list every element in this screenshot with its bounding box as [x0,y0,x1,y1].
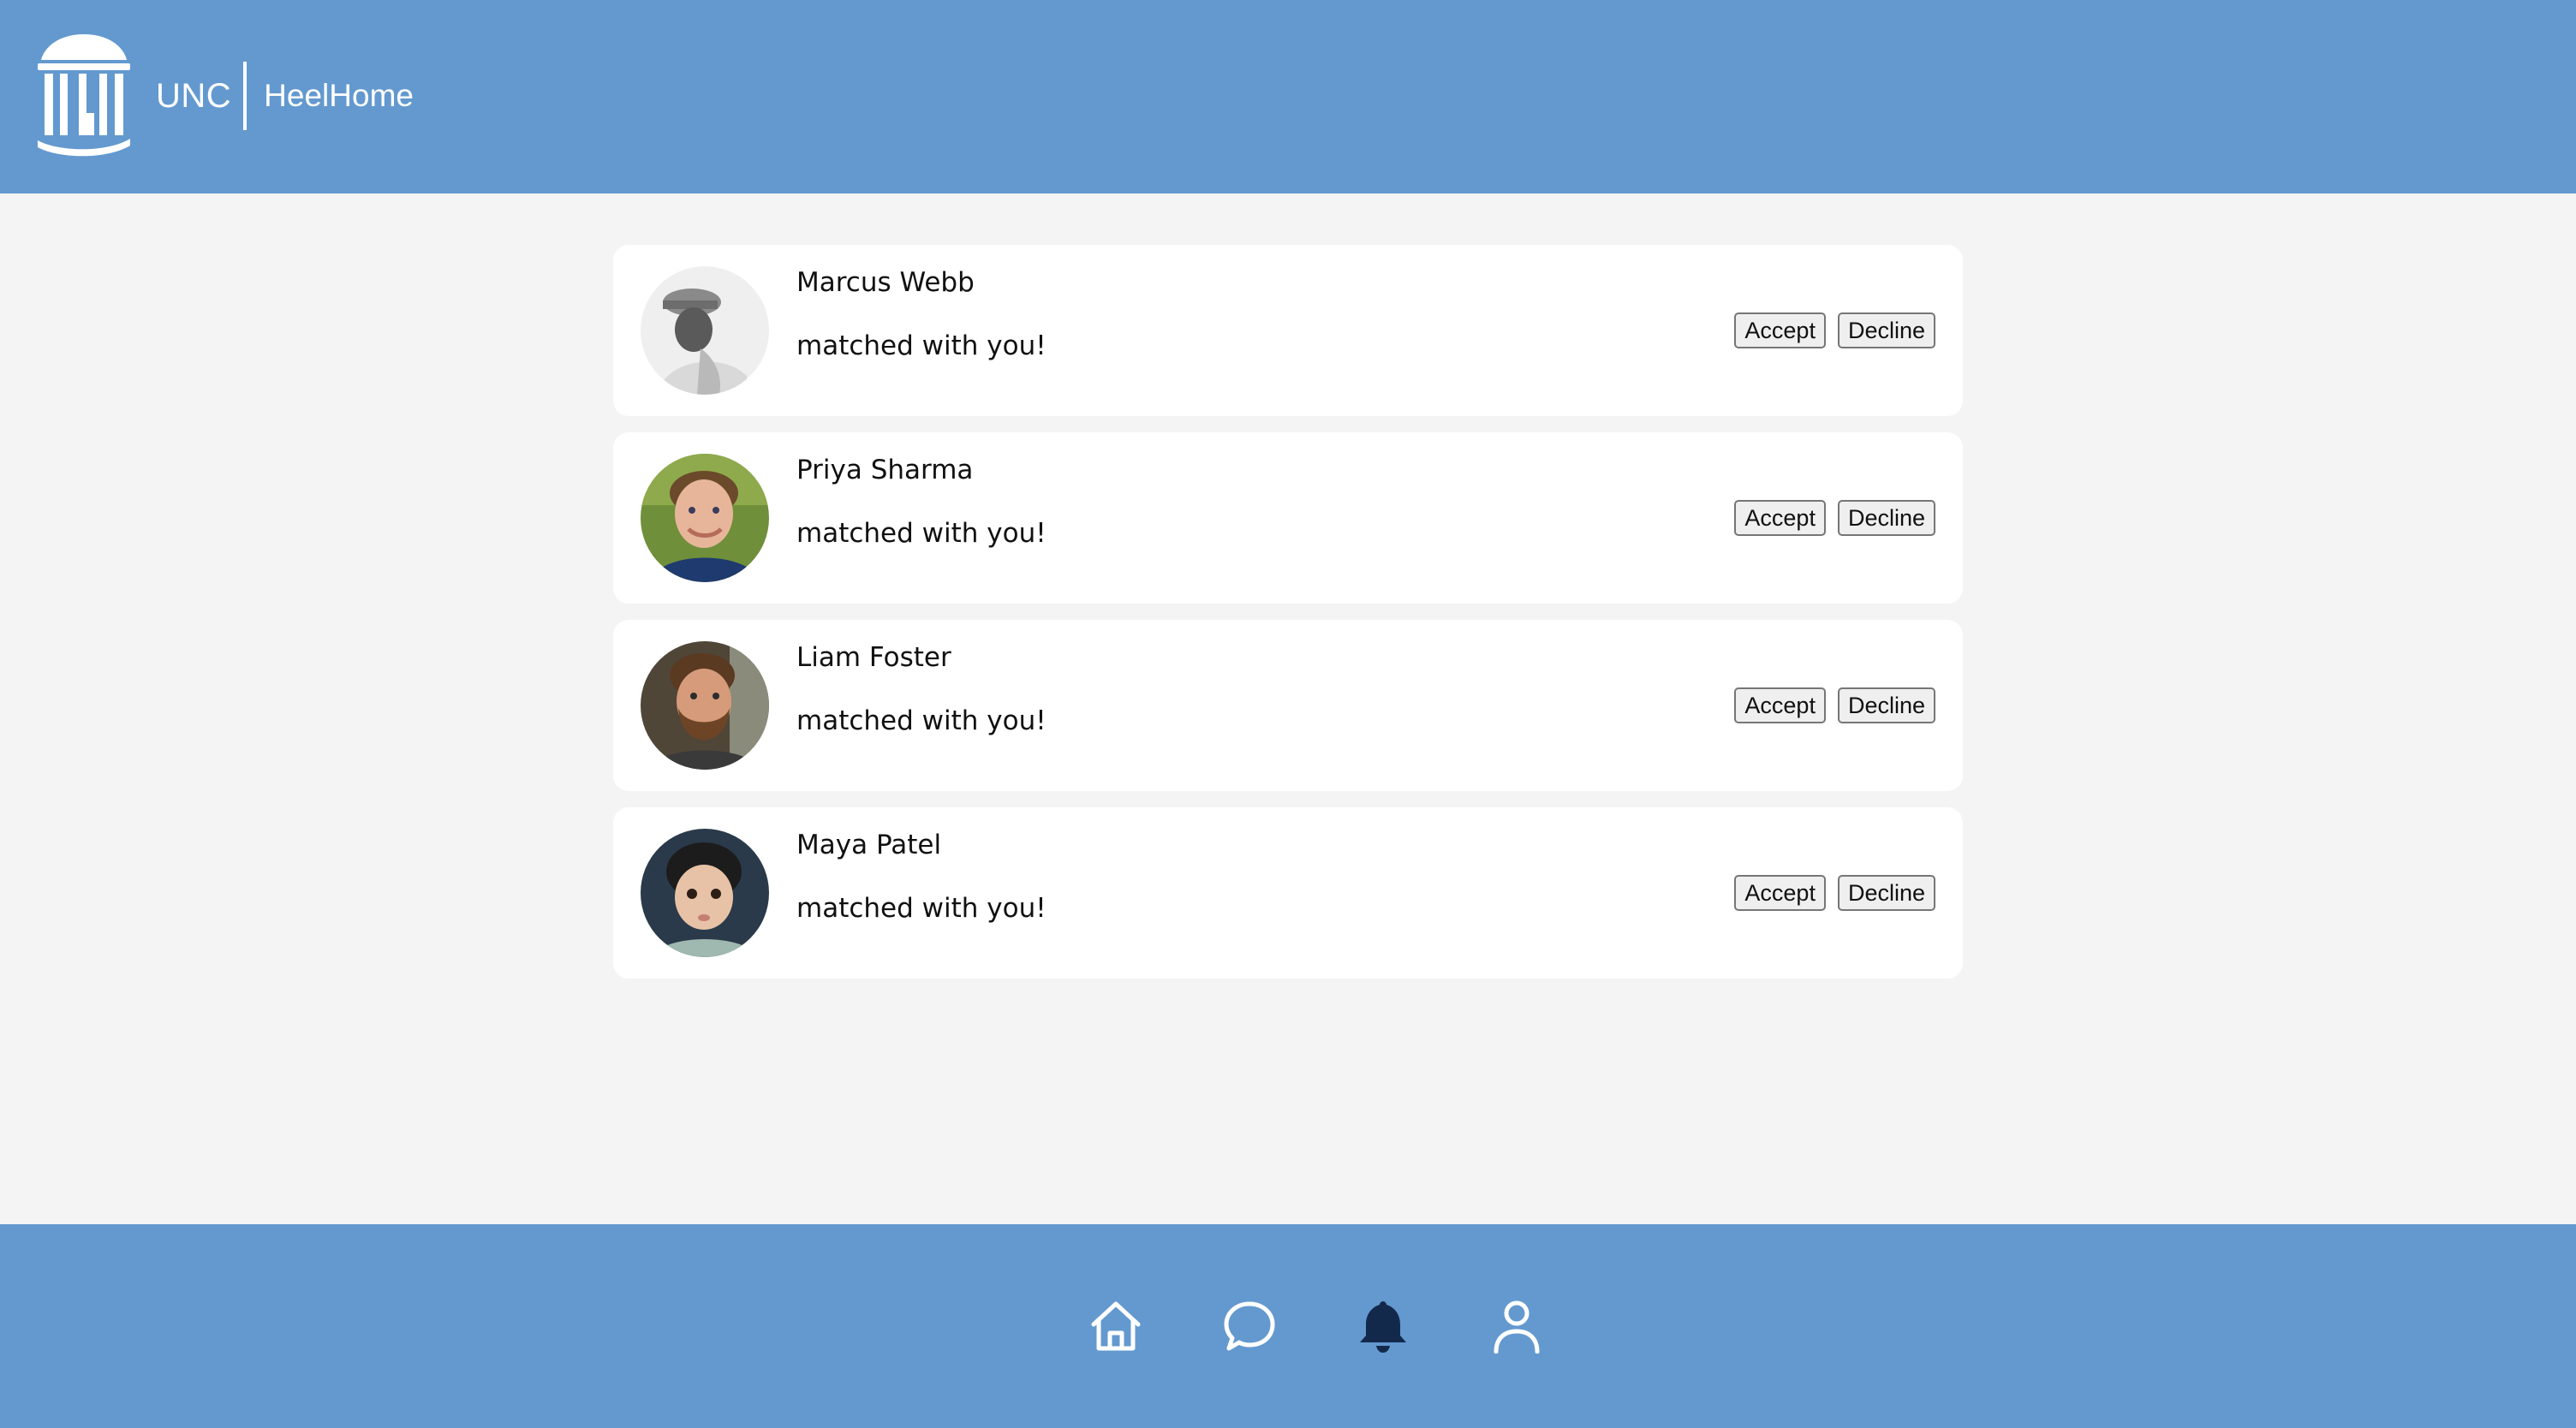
notification-card: Priya Sharma matched with you! Accept De… [613,432,1963,604]
home-icon [1091,1301,1141,1351]
brand-app-name: HeelHome [264,78,414,113]
profile-photo [641,454,769,582]
notification-card: Maya Patel matched with you! Accept Decl… [613,807,1963,979]
notification-card: Marcus Webb matched with you! Accept Dec… [613,245,1963,416]
decline-button[interactable]: Decline [1837,687,1935,723]
profile-photo [641,641,769,770]
notification-list: Marcus Webb matched with you! Accept Dec… [613,245,1963,995]
avatar [641,641,769,770]
profile-photo [641,266,769,395]
nav-notifications[interactable] [1355,1298,1411,1354]
brand-unc-text: UNC [156,76,232,115]
match-name: Priya Sharma [796,455,974,485]
match-actions: Accept Decline [1734,500,1935,536]
match-name: Maya Patel [796,830,942,860]
profile-photo [641,829,769,957]
accept-button[interactable]: Accept [1734,500,1826,536]
match-name: Marcus Webb [796,267,975,298]
match-message: matched with you! [796,893,1046,924]
notifications-page: Marcus Webb matched with you! Accept Dec… [0,193,2576,1224]
decline-button[interactable]: Decline [1837,500,1935,536]
bottom-nav-bar [0,1224,2576,1428]
decline-button[interactable]: Decline [1837,312,1935,348]
match-message: matched with you! [796,705,1046,736]
notification-card: Liam Foster matched with you! Accept Dec… [613,620,1963,791]
bell-icon [1360,1301,1406,1353]
nav-chat[interactable] [1221,1298,1278,1354]
match-actions: Accept Decline [1734,875,1935,911]
accept-button[interactable]: Accept [1734,312,1826,348]
avatar [641,454,769,582]
brand: UNC HeelHome [156,60,414,132]
avatar [641,266,769,395]
top-header: UNC HeelHome [0,0,2576,193]
old-well-logo-icon [38,34,130,157]
profile-icon [1494,1300,1540,1354]
match-actions: Accept Decline [1734,312,1935,348]
decline-button[interactable]: Decline [1837,875,1935,911]
brand-divider [243,62,247,130]
match-name: Liam Foster [796,642,951,673]
nav-home[interactable] [1088,1298,1144,1354]
nav-profile[interactable] [1488,1298,1545,1354]
match-actions: Accept Decline [1734,687,1935,723]
match-message: matched with you! [796,330,1046,361]
accept-button[interactable]: Accept [1734,687,1826,723]
bottom-nav [1088,1298,1545,1354]
match-message: matched with you! [796,518,1046,549]
accept-button[interactable]: Accept [1734,875,1826,911]
chat-icon [1224,1301,1275,1351]
avatar [641,829,769,957]
